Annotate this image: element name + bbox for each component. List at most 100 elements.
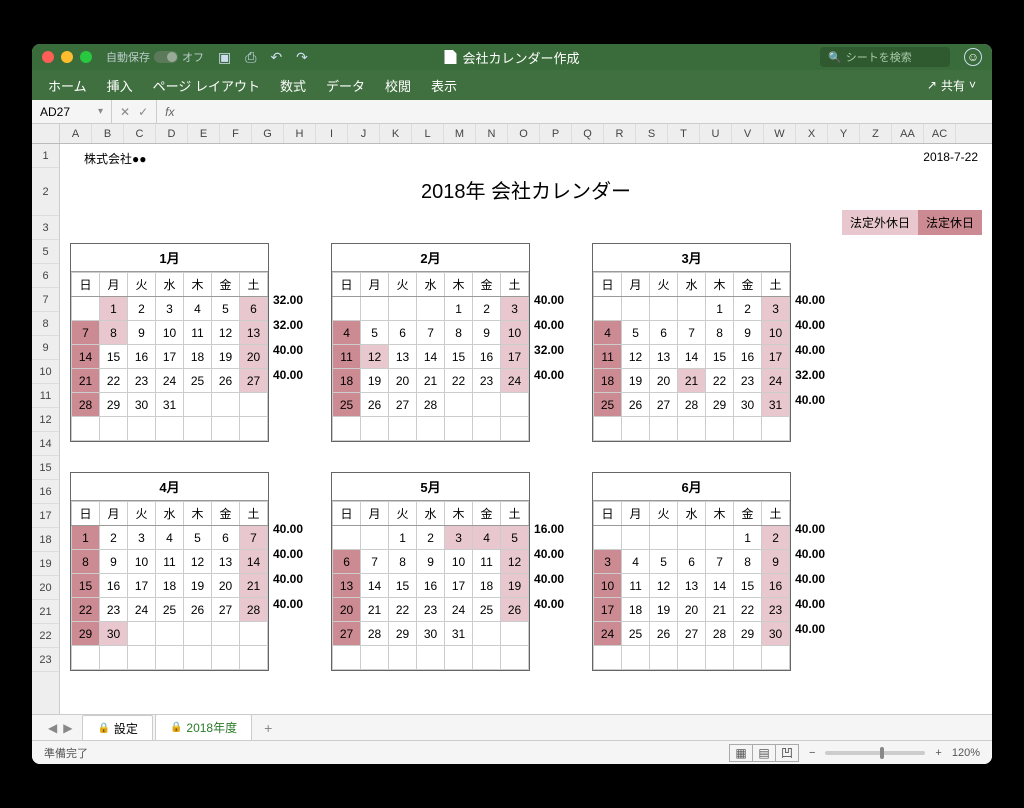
calendar-cell[interactable] [501, 646, 529, 670]
calendar-cell[interactable]: 12 [212, 321, 240, 345]
calendar-cell[interactable] [706, 417, 734, 441]
calendar-cell[interactable]: 25 [622, 622, 650, 646]
calendar-cell[interactable]: 17 [445, 574, 473, 598]
save-icon[interactable]: ▣ [218, 49, 231, 66]
calendar-cell[interactable]: 15 [389, 574, 417, 598]
calendar-cell[interactable] [184, 622, 212, 646]
calendar-cell[interactable]: 4 [622, 550, 650, 574]
calendar-cell[interactable]: 29 [389, 622, 417, 646]
calendar-cell[interactable]: 8 [72, 550, 100, 574]
calendar-cell[interactable]: 1 [706, 297, 734, 321]
tab-view[interactable]: 表示 [431, 76, 457, 95]
column-header[interactable]: Z [860, 124, 892, 143]
calendar-cell[interactable] [650, 297, 678, 321]
calendar-cell[interactable] [240, 393, 268, 417]
calendar-cell[interactable]: 29 [734, 622, 762, 646]
calendar-cell[interactable]: 10 [156, 321, 184, 345]
calendar-cell[interactable]: 8 [389, 550, 417, 574]
column-header[interactable]: Q [572, 124, 604, 143]
autosave-toggle[interactable]: 自動保存 オフ [106, 49, 204, 65]
calendar-cell[interactable]: 11 [333, 345, 361, 369]
calendar-cell[interactable]: 17 [501, 345, 529, 369]
column-header[interactable]: D [156, 124, 188, 143]
calendar-cell[interactable]: 21 [240, 574, 268, 598]
calendar-cell[interactable]: 18 [622, 598, 650, 622]
calendar-cell[interactable]: 2 [762, 526, 790, 550]
calendar-cell[interactable]: 5 [212, 297, 240, 321]
calendar-cell[interactable]: 20 [333, 598, 361, 622]
row-header[interactable]: 3 [32, 216, 59, 240]
calendar-cell[interactable]: 7 [706, 550, 734, 574]
calendar-cell[interactable] [156, 646, 184, 670]
calendar-cell[interactable]: 20 [212, 574, 240, 598]
calendar-cell[interactable]: 28 [706, 622, 734, 646]
calendar-cell[interactable] [706, 526, 734, 550]
calendar-cell[interactable]: 26 [622, 393, 650, 417]
calendar-cell[interactable]: 6 [678, 550, 706, 574]
calendar-cell[interactable]: 26 [501, 598, 529, 622]
calendar-cell[interactable]: 13 [212, 550, 240, 574]
calendar-cell[interactable]: 16 [100, 574, 128, 598]
row-header[interactable]: 12 [32, 408, 59, 432]
calendar-cell[interactable]: 27 [678, 622, 706, 646]
calendar-cell[interactable]: 15 [72, 574, 100, 598]
zoom-slider[interactable] [825, 751, 925, 755]
calendar-cell[interactable]: 19 [212, 345, 240, 369]
calendar-cell[interactable]: 22 [734, 598, 762, 622]
calendar-cell[interactable] [128, 417, 156, 441]
calendar-cell[interactable]: 14 [678, 345, 706, 369]
calendar-cell[interactable]: 18 [156, 574, 184, 598]
calendar-cell[interactable] [361, 646, 389, 670]
calendar-cell[interactable] [678, 646, 706, 670]
calendar-cell[interactable]: 28 [72, 393, 100, 417]
calendar-cell[interactable]: 5 [361, 321, 389, 345]
calendar-cell[interactable]: 17 [762, 345, 790, 369]
calendar-cell[interactable] [594, 297, 622, 321]
column-header[interactable]: H [284, 124, 316, 143]
calendar-cell[interactable]: 14 [361, 574, 389, 598]
calendar-cell[interactable] [417, 646, 445, 670]
calendar-cell[interactable]: 1 [734, 526, 762, 550]
calendar-cell[interactable] [212, 622, 240, 646]
calendar-cell[interactable]: 27 [333, 622, 361, 646]
calendar-cell[interactable]: 9 [100, 550, 128, 574]
calendar-cell[interactable] [212, 646, 240, 670]
calendar-cell[interactable]: 1 [445, 297, 473, 321]
calendar-cell[interactable]: 2 [128, 297, 156, 321]
calendar-cell[interactable]: 10 [762, 321, 790, 345]
calendar-cell[interactable]: 24 [501, 369, 529, 393]
calendar-cell[interactable] [333, 417, 361, 441]
calendar-cell[interactable]: 23 [734, 369, 762, 393]
row-header[interactable]: 8 [32, 312, 59, 336]
calendar-cell[interactable]: 3 [128, 526, 156, 550]
calendar-cell[interactable]: 26 [184, 598, 212, 622]
calendar-cell[interactable] [706, 646, 734, 670]
calendar-cell[interactable]: 3 [762, 297, 790, 321]
calendar-cell[interactable] [128, 646, 156, 670]
maximize-icon[interactable] [80, 51, 92, 63]
calendar-cell[interactable]: 3 [501, 297, 529, 321]
row-header[interactable]: 21 [32, 600, 59, 624]
calendar-cell[interactable] [501, 393, 529, 417]
confirm-icon[interactable]: ✓ [138, 105, 148, 119]
undo-icon[interactable]: ↶ [270, 49, 282, 66]
row-header[interactable]: 1 [32, 144, 59, 168]
calendar-cell[interactable] [156, 417, 184, 441]
calendar-cell[interactable]: 7 [72, 321, 100, 345]
column-header[interactable]: R [604, 124, 636, 143]
row-header[interactable]: 18 [32, 528, 59, 552]
calendar-cell[interactable]: 26 [361, 393, 389, 417]
row-header[interactable]: 11 [32, 384, 59, 408]
calendar-cell[interactable] [445, 393, 473, 417]
calendar-cell[interactable] [650, 646, 678, 670]
calendar-cell[interactable]: 11 [622, 574, 650, 598]
calendar-cell[interactable] [594, 417, 622, 441]
calendar-cell[interactable]: 11 [184, 321, 212, 345]
column-header[interactable]: Y [828, 124, 860, 143]
calendar-cell[interactable]: 9 [762, 550, 790, 574]
calendar-cell[interactable]: 16 [473, 345, 501, 369]
calendar-cell[interactable]: 26 [650, 622, 678, 646]
zoom-out-button[interactable]: − [809, 747, 815, 759]
calendar-cell[interactable] [361, 417, 389, 441]
calendar-cell[interactable] [100, 646, 128, 670]
